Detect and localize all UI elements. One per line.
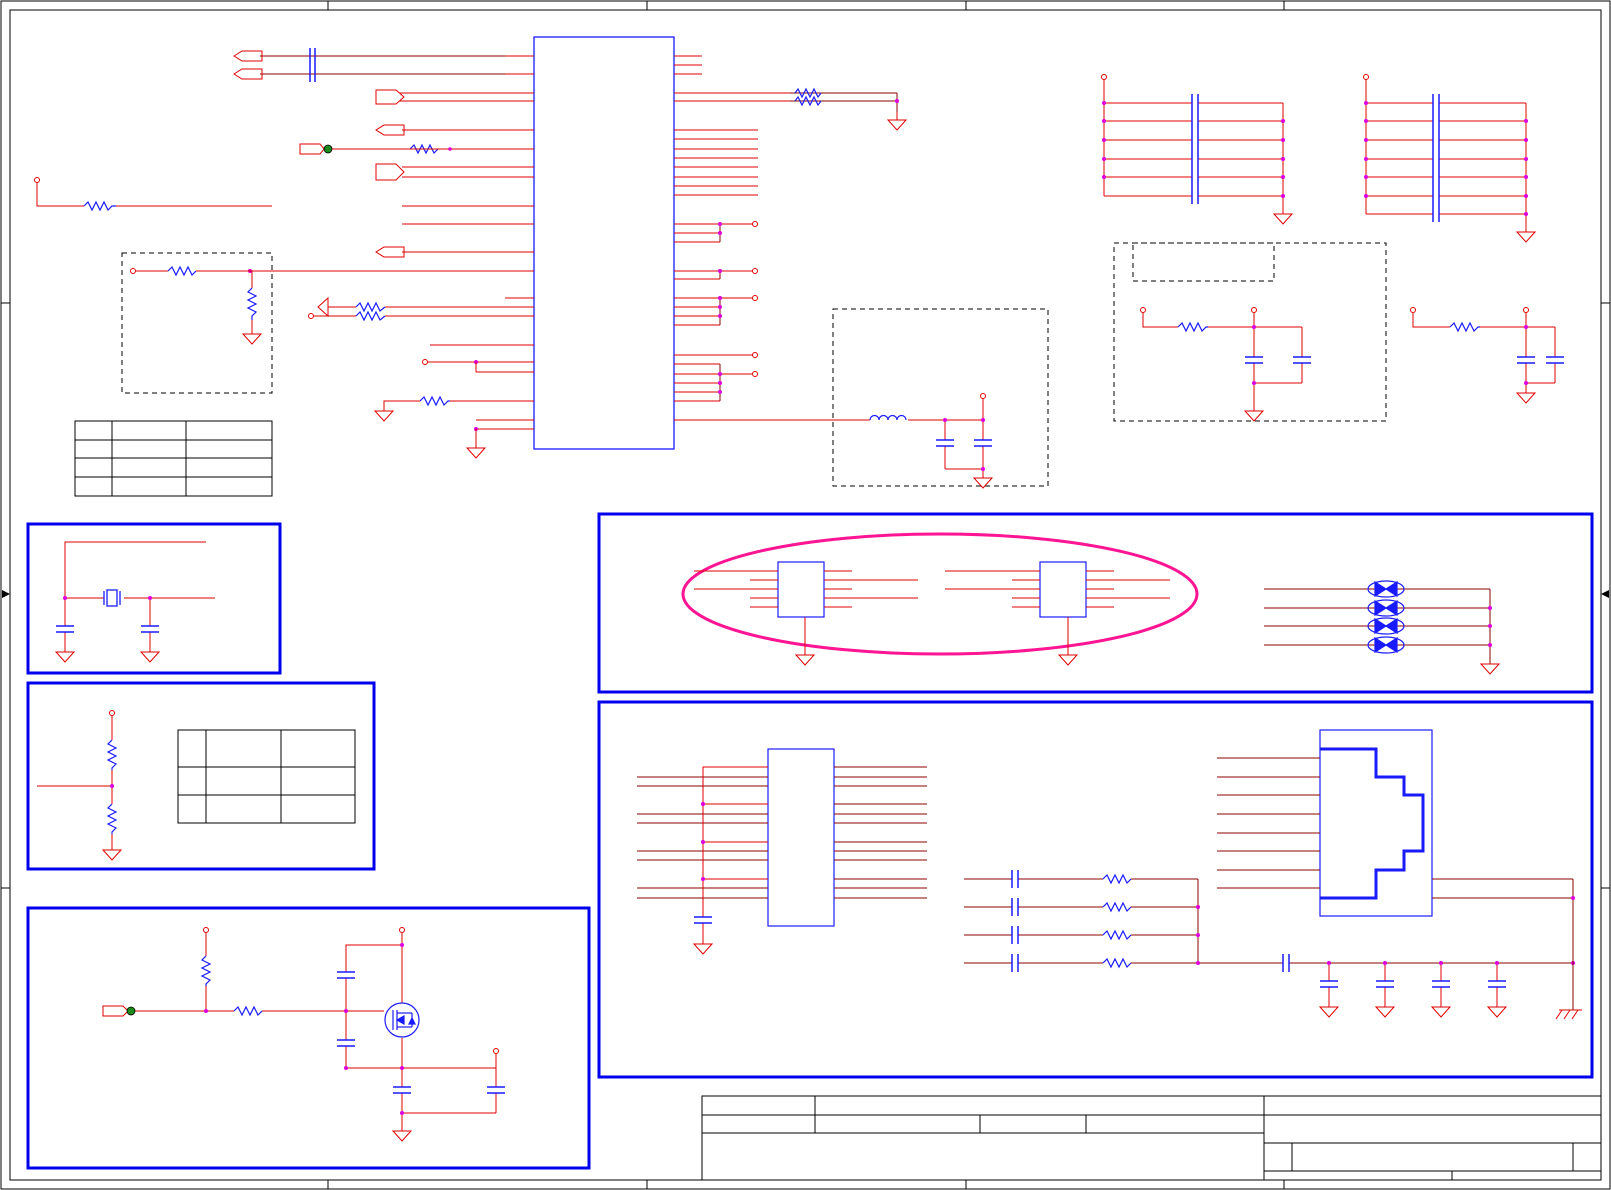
highlight-ellipse [681,532,1199,656]
ground-429 [465,429,487,459]
shunt-caps-wires [1318,963,1508,1018]
main-ic-right-pins [674,55,870,421]
diff-pair-resistors [355,301,386,322]
tvs-diodes [1367,580,1405,654]
mosfet-symbol [384,1002,420,1038]
divider-left-wires [130,268,263,345]
rj45-outline [1320,747,1425,900]
power-switch-junctions [204,943,404,1115]
esd-ic-2 [1039,561,1087,618]
test-point-green-power [126,1006,136,1016]
usb-protection-block [597,512,1594,694]
main-ic-open-terminals [752,221,758,377]
magnetics-tap-cap [694,916,712,924]
rc-block-wires [1140,307,1303,422]
dashed-rc-block [1113,242,1387,422]
dashed-note-box [1132,242,1275,282]
power-switch-block [26,906,591,1170]
frame-arrow-left [2,590,10,598]
dashed-option-block-left [121,252,273,394]
dashed-power-filter-block [832,308,1049,487]
divider-left-resistors [167,265,258,320]
shunt-caps [1320,980,1506,988]
title-block [701,1095,1602,1181]
frame-arrow-right [1601,590,1609,598]
test-point-green [323,144,333,154]
rc-far-right-caps [1517,356,1564,364]
rc-far-right-resistor [1449,321,1480,333]
schematic-canvas [0,0,1611,1190]
resistor-206 [83,200,116,212]
decoupling-bank-1 [1101,74,1294,225]
rc-far-right-wires [1410,307,1556,404]
rc-block-caps [1245,356,1311,364]
straps-table-top [74,420,273,497]
main-ic-left-pins [252,55,534,430]
junction-449 [448,147,452,151]
schematic-sheet [0,0,1611,1190]
pulldown-401 [373,400,420,422]
decoupling-bank-1-caps [1191,94,1199,204]
resistor-401 [419,395,450,407]
filter-capacitors [936,439,992,447]
termination-caps [1011,870,1290,972]
power-switch-caps [337,971,505,1094]
straps-table-bottom [177,729,356,824]
bootstrap-block [26,681,376,871]
power-switch-resistors [200,955,263,1017]
inductor [869,414,907,421]
main-ic-body [533,36,675,450]
off-page-connectors-left [233,50,405,258]
pullup-net-362 [422,359,477,372]
crystal-symbol [103,589,121,607]
diff-pair-307 [308,296,356,319]
termination-resistors [1102,873,1132,969]
bootstrap-junction [110,784,114,788]
esd-ic-1 [777,561,825,618]
termination-wires [964,878,1573,964]
pullup-net-206 [34,177,272,207]
magnetics-ic [767,748,835,927]
crystal-load-caps [56,625,159,633]
ground-tvs [1479,663,1501,675]
decoupling-bank-1-junctions [1102,101,1285,198]
resistor-pair-right [794,87,822,107]
bootstrap-wires [37,710,123,861]
ethernet-magnetics-block [597,700,1594,1079]
coupling-capacitor-top-left [309,48,316,82]
rc-block-resistor [1177,321,1208,333]
esd-ic-wires [694,570,1170,666]
magnetics-right-wires [834,766,927,899]
sheet-frame [0,0,1611,1190]
filter-junctions [943,418,985,471]
decoupling-bank-2-caps [1432,94,1440,222]
decoupling-bank-2 [1363,74,1537,243]
rj45-shield-junction [1571,896,1575,900]
power-switch-wires [102,927,499,1142]
ground-symbol-ic-right [886,112,908,131]
crystal-wires [54,541,215,663]
main-ic-left-nets [260,55,505,75]
chassis-ground [1555,1009,1582,1020]
rj45-pin-wires [1217,757,1574,1010]
